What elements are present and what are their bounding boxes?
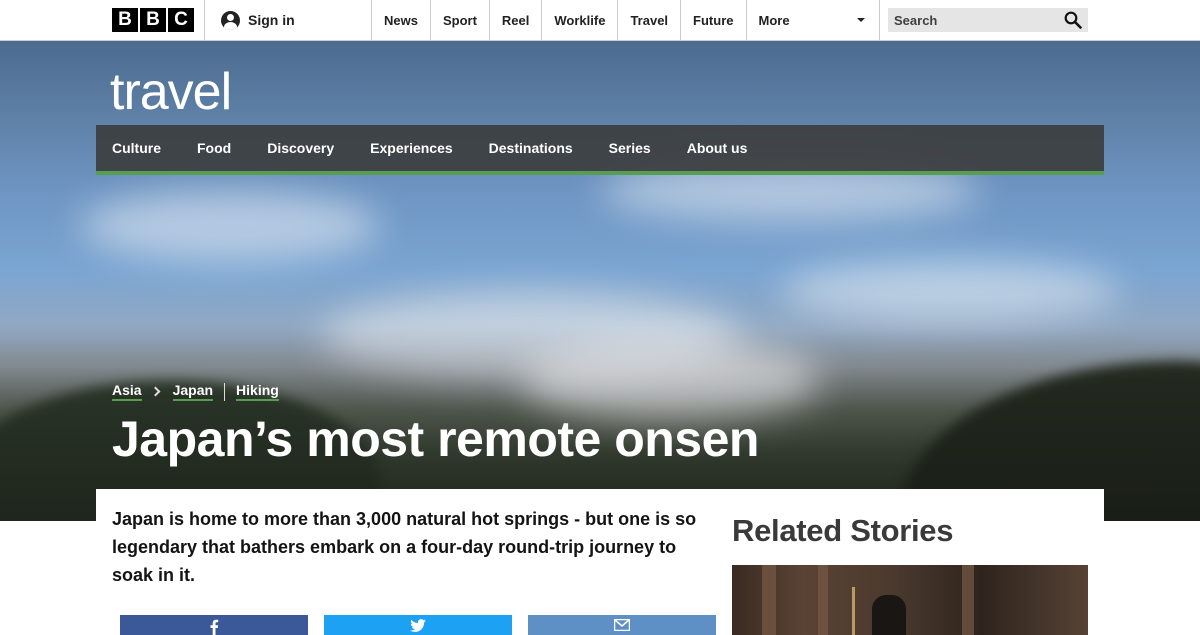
section-nav-series[interactable]: Series — [609, 125, 651, 171]
more-label: More — [758, 12, 790, 28]
article-summary: Japan is home to more than 3,000 natural… — [112, 509, 697, 585]
global-nav: News Sport Reel Worklife Travel Future M… — [371, 0, 880, 40]
search-input[interactable] — [894, 12, 1044, 28]
section-nav-destinations[interactable]: Destinations — [489, 125, 573, 171]
search-box — [888, 8, 1088, 32]
global-nav-sport[interactable]: Sport — [429, 0, 489, 40]
hero-cloud — [80, 191, 380, 261]
facebook-f-icon — [210, 619, 219, 635]
thumbnail-beam — [762, 565, 776, 635]
section-nav-culture[interactable]: Culture — [112, 125, 161, 171]
section-nav-discovery[interactable]: Discovery — [267, 125, 334, 171]
breadcrumb-asia[interactable]: Asia — [112, 382, 142, 401]
user-avatar-icon — [221, 10, 240, 30]
thumbnail-beam — [818, 565, 828, 635]
chevron-right-icon — [150, 386, 161, 397]
global-nav-news[interactable]: News — [371, 0, 430, 40]
magnifier-icon[interactable] — [1064, 11, 1082, 29]
breadcrumb: Asia Japan Hiking — [112, 382, 279, 401]
related-story-thumbnail[interactable] — [732, 565, 1088, 635]
caret-down-icon — [856, 18, 865, 22]
article-body: Japan is home to more than 3,000 natural… — [96, 489, 1104, 635]
global-nav-reel[interactable]: Reel — [488, 0, 541, 40]
share-facebook-button[interactable] — [120, 615, 308, 635]
thumbnail-pole — [852, 587, 855, 635]
global-nav-travel[interactable]: Travel — [617, 0, 680, 40]
related-stories-heading: Related Stories — [732, 513, 954, 548]
share-twitter-button[interactable] — [324, 615, 512, 635]
section-nav-food[interactable]: Food — [197, 125, 231, 171]
global-nav-future[interactable]: Future — [680, 0, 745, 40]
breadcrumb-japan[interactable]: Japan — [172, 382, 214, 401]
envelope-icon — [614, 619, 630, 631]
travel-brand-logo[interactable]: travel — [110, 62, 232, 122]
twitter-bird-icon — [410, 619, 426, 632]
article-headline: Japan’s most remote onsen — [112, 411, 759, 467]
sign-in-label: Sign in — [248, 12, 295, 28]
section-nav: Culture Food Discovery Experiences Desti… — [96, 125, 1104, 171]
bbc-logo[interactable]: B B C — [112, 8, 194, 32]
logo-letter-b1: B — [112, 8, 138, 32]
sign-in-link[interactable]: Sign in — [204, 0, 372, 40]
section-nav-about-us[interactable]: About us — [687, 125, 748, 171]
share-email-button[interactable] — [528, 615, 716, 635]
breadcrumb-divider — [224, 382, 226, 401]
global-nav-more-button[interactable]: More — [745, 0, 880, 40]
logo-letter-c: C — [168, 8, 194, 32]
breadcrumb-hiking[interactable]: Hiking — [236, 382, 279, 401]
thumbnail-beam — [962, 565, 974, 635]
global-nav-worklife[interactable]: Worklife — [541, 0, 617, 40]
hero-cloud — [780, 261, 1120, 321]
section-nav-accent-rule — [96, 171, 1104, 175]
bbc-top-bar: B B C Sign in News Sport Reel Worklife T… — [0, 0, 1200, 41]
logo-letter-b2: B — [140, 8, 166, 32]
thumbnail-figure — [872, 595, 906, 635]
section-nav-experiences[interactable]: Experiences — [370, 125, 453, 171]
